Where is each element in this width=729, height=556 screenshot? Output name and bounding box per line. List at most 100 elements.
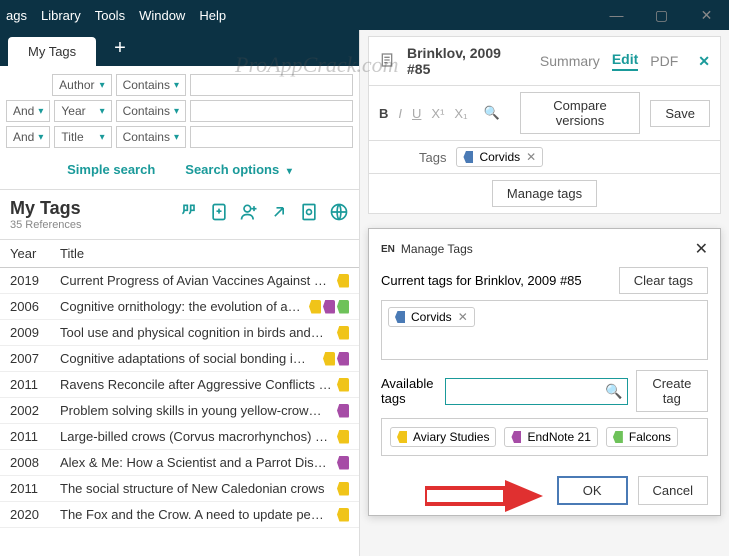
table-row[interactable]: 2011Large-billed crows (Corvus macrorhyn… — [0, 424, 359, 450]
simple-search-link[interactable]: Simple search — [67, 162, 155, 177]
table-row[interactable]: 2019Current Progress of Avian Vaccines A… — [0, 268, 359, 294]
ref-title: Ravens Reconcile after Aggressive Confli… — [60, 377, 337, 392]
search-value-2[interactable] — [190, 100, 353, 122]
annotation-arrow — [425, 476, 545, 516]
ref-title: Cognitive adaptations of social bonding … — [60, 351, 323, 366]
ref-year: 2008 — [10, 455, 60, 470]
group-header: My Tags 35 References — [0, 190, 359, 240]
format-toolbar: B I U X¹ X₁ 🔍 Compare versions Save — [368, 86, 721, 141]
table-row[interactable]: 2008Alex & Me: How a Scientist and a Par… — [0, 450, 359, 476]
menu-library[interactable]: Library — [41, 8, 81, 23]
cancel-button[interactable]: Cancel — [638, 476, 708, 505]
table-row[interactable]: 2020The Fox and the Crow. A need to upda… — [0, 502, 359, 528]
table-row[interactable]: 2002Problem solving skills in young yell… — [0, 398, 359, 424]
web-icon[interactable] — [329, 202, 349, 227]
ref-title: The social structure of New Caledonian c… — [60, 481, 337, 496]
tag-search-input[interactable]: 🔍 — [445, 378, 627, 405]
dialog-close-icon[interactable]: ✕ — [695, 239, 708, 259]
table-row[interactable]: 2011The social structure of New Caledoni… — [0, 476, 359, 502]
menu-tools[interactable]: Tools — [95, 8, 125, 23]
remove-tag-icon[interactable]: ✕ — [526, 150, 536, 164]
tag-chip-corvids[interactable]: Corvids ✕ — [456, 147, 543, 167]
underline-button[interactable]: U — [412, 106, 421, 121]
search-field-3[interactable]: Title▾ — [54, 126, 111, 148]
ok-button[interactable]: OK — [557, 476, 628, 505]
table-row[interactable]: 2007Cognitive adaptations of social bond… — [0, 346, 359, 372]
close-panel-icon[interactable]: ✕ — [698, 53, 710, 70]
ref-title: Cognitive ornithology: the evolution of … — [60, 299, 309, 314]
table-header: Year Title — [0, 240, 359, 268]
save-button[interactable]: Save — [650, 100, 710, 127]
search-op-3[interactable]: And▾ — [6, 126, 50, 148]
tab-pdf[interactable]: PDF — [650, 53, 678, 69]
share-icon[interactable] — [269, 202, 289, 227]
ref-title: Problem solving skills in young yellow-c… — [60, 403, 337, 418]
reference-header: Brinklov, 2009 #85 Summary Edit PDF ✕ — [368, 36, 721, 86]
ref-year: 2007 — [10, 351, 60, 366]
add-ref-icon[interactable] — [209, 202, 229, 227]
create-tag-button[interactable]: Create tag — [636, 370, 708, 412]
available-tags-list: Aviary Studies EndNote 21 Falcons — [381, 418, 708, 456]
ref-year: 2020 — [10, 507, 60, 522]
search-value-3[interactable] — [190, 126, 353, 148]
cite-icon[interactable] — [179, 202, 199, 227]
ref-year: 2002 — [10, 403, 60, 418]
add-person-icon[interactable] — [239, 202, 259, 227]
col-year[interactable]: Year — [10, 246, 60, 261]
search-rel-1[interactable]: Contains▾ — [116, 74, 186, 96]
group-count: 35 References — [10, 219, 82, 231]
current-tag-corvids[interactable]: Corvids ✕ — [388, 307, 475, 327]
tag-color-icon — [613, 431, 623, 443]
tag-color-icon — [395, 311, 405, 323]
col-title[interactable]: Title — [60, 246, 84, 261]
search-op-2[interactable]: And▾ — [6, 100, 50, 122]
ref-title: Current Progress of Avian Vaccines Again… — [60, 273, 337, 288]
italic-button[interactable]: I — [398, 106, 402, 121]
ref-title: The Fox and the Crow. A need to update p… — [60, 507, 337, 522]
clear-tags-button[interactable]: Clear tags — [619, 267, 708, 294]
menu-tags[interactable]: ags — [6, 8, 27, 23]
tab-summary[interactable]: Summary — [540, 53, 600, 69]
table-row[interactable]: 2011Ravens Reconcile after Aggressive Co… — [0, 372, 359, 398]
tab-mytags[interactable]: My Tags — [8, 37, 96, 66]
search-icon: 🔍 — [605, 383, 622, 400]
tags-label: Tags — [419, 150, 446, 165]
search-value-1[interactable] — [190, 74, 353, 96]
ref-year: 2011 — [10, 429, 60, 444]
remove-tag-icon[interactable]: ✕ — [458, 310, 468, 324]
search-field-1[interactable]: Author▾ — [52, 74, 111, 96]
available-tag[interactable]: Falcons — [606, 427, 678, 447]
maximize-button[interactable]: ▢ — [639, 0, 684, 30]
bold-button[interactable]: B — [379, 106, 388, 121]
tab-edit[interactable]: Edit — [612, 51, 638, 71]
subscript-button[interactable]: X₁ — [454, 106, 467, 121]
ref-tag-icons — [337, 430, 349, 444]
tag-color-icon — [511, 431, 521, 443]
table-row[interactable]: 2006Cognitive ornithology: the evolution… — [0, 294, 359, 320]
search-rel-3[interactable]: Contains▾ — [116, 126, 186, 148]
menu-help[interactable]: Help — [199, 8, 226, 23]
reference-list: 2019Current Progress of Avian Vaccines A… — [0, 268, 359, 528]
available-tags-label: Available tags — [381, 376, 437, 406]
ref-title: Large-billed crows (Corvus macrorhynchos… — [60, 429, 337, 444]
group-title: My Tags — [10, 198, 82, 219]
close-button[interactable]: ✕ — [684, 0, 729, 30]
tag-color-icon — [463, 151, 473, 163]
export-icon[interactable] — [299, 202, 319, 227]
search-rel-2[interactable]: Contains▾ — [116, 100, 186, 122]
ref-tag-icons — [337, 482, 349, 496]
ref-tag-icons — [337, 378, 349, 392]
table-row[interactable]: 2009Tool use and physical cognition in b… — [0, 320, 359, 346]
available-tag[interactable]: Aviary Studies — [390, 427, 496, 447]
minimize-button[interactable]: — — [594, 0, 639, 30]
available-tag[interactable]: EndNote 21 — [504, 427, 597, 447]
add-tab-button[interactable]: + — [102, 37, 138, 66]
manage-tags-button[interactable]: Manage tags — [492, 180, 597, 207]
search-icon[interactable]: 🔍 — [483, 105, 499, 121]
search-options-link[interactable]: Search options ▾ — [185, 162, 292, 177]
compare-versions-button[interactable]: Compare versions — [520, 92, 641, 134]
ref-tag-icons — [337, 456, 349, 470]
search-field-2[interactable]: Year▾ — [54, 100, 111, 122]
menu-window[interactable]: Window — [139, 8, 185, 23]
superscript-button[interactable]: X¹ — [431, 106, 444, 121]
